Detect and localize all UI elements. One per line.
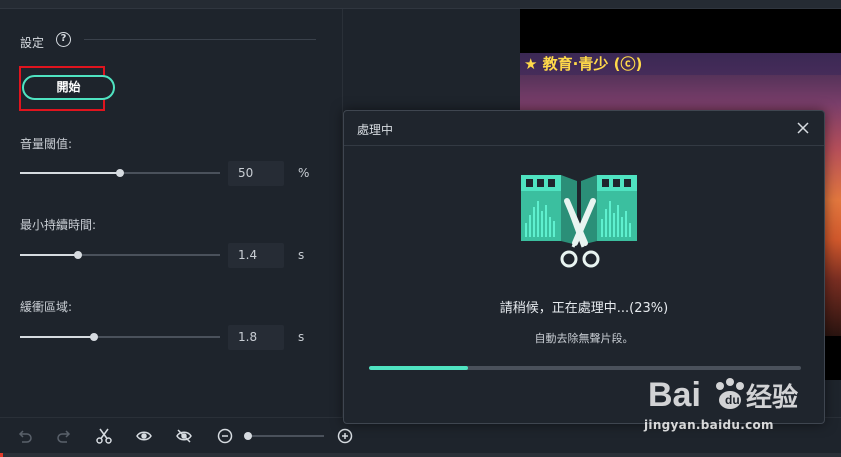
baidu-logo: Bai du 经验 — [648, 376, 798, 414]
watermark: Bai du 经验 jingyan.baidu.com — [640, 362, 840, 442]
buffer-zone-unit: s — [298, 330, 305, 344]
eye-off-icon[interactable] — [175, 427, 193, 445]
progress-bar-fill — [369, 366, 469, 370]
redo-icon[interactable] — [55, 427, 73, 445]
min-duration-slider[interactable] — [20, 251, 220, 259]
processing-subtitle: 自動去除無聲片段。 — [534, 332, 634, 345]
start-button[interactable]: 開始 — [22, 75, 115, 100]
volume-threshold-slider[interactable] — [20, 169, 220, 177]
settings-panel: 設定 ? 開始 音量閾值: 50 % 最小持續時間: 1.4 s 緩衝區域: 1… — [0, 9, 342, 417]
dialog-header: 處理中 — [344, 111, 824, 146]
svg-text:经验: 经验 — [746, 382, 798, 413]
svg-text:du: du — [725, 393, 740, 407]
top-strip — [0, 0, 841, 9]
zoom-out-icon[interactable] — [216, 427, 234, 445]
min-duration-label: 最小持續時間: — [20, 218, 97, 232]
help-icon[interactable]: ? — [56, 32, 71, 47]
buffer-zone-label: 緩衝區域: — [20, 300, 73, 314]
buffer-zone-thumb[interactable] — [90, 333, 98, 341]
zoom-slider-thumb[interactable] — [244, 432, 252, 440]
zoom-slider[interactable] — [246, 435, 324, 437]
volume-threshold-thumb[interactable] — [116, 169, 124, 177]
min-duration-fill — [20, 254, 78, 256]
buffer-zone-fill — [20, 336, 94, 338]
watermark-url: jingyan.baidu.com — [644, 418, 774, 432]
playhead-marker — [0, 453, 3, 457]
cut-film-icon — [521, 175, 637, 268]
volume-threshold-label: 音量閾值: — [20, 137, 73, 151]
svg-text:Bai: Bai — [648, 376, 701, 414]
processing-status: 請稍候，正在處理中...(23%) — [499, 301, 669, 316]
buffer-zone-slider[interactable] — [20, 333, 220, 341]
volume-threshold-input[interactable]: 50 — [228, 161, 284, 186]
min-duration-unit: s — [298, 248, 305, 262]
scissors-icon[interactable] — [95, 427, 113, 445]
dialog-title: 處理中 — [357, 123, 394, 137]
settings-divider — [84, 39, 316, 40]
min-duration-input[interactable]: 1.4 — [228, 243, 284, 268]
buffer-zone-input[interactable]: 1.8 — [228, 325, 284, 350]
volume-threshold-fill — [20, 172, 120, 174]
undo-icon[interactable] — [16, 427, 34, 445]
min-duration-thumb[interactable] — [74, 251, 82, 259]
app-window: 設定 ? 開始 音量閾值: 50 % 最小持續時間: 1.4 s 緩衝區域: 1… — [0, 0, 841, 457]
volume-threshold-unit: % — [298, 166, 310, 180]
settings-title: 設定 — [20, 36, 45, 50]
eye-icon[interactable] — [135, 427, 153, 445]
close-icon[interactable] — [794, 119, 812, 137]
timeline-strip — [0, 453, 841, 457]
preview-caption: ★ 教育·青少 (ⓒ) — [520, 53, 841, 75]
zoom-in-icon[interactable] — [336, 427, 354, 445]
